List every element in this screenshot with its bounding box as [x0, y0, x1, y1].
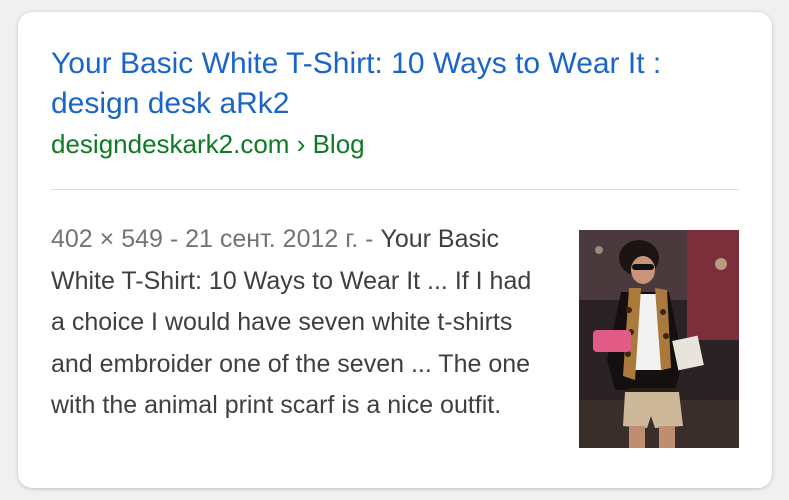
thumb-scarf-spot [660, 309, 666, 315]
result-snippet: 402 × 549 - 21 сент. 2012 г. - Your Basi… [51, 219, 551, 427]
thumb-bg-light [595, 246, 603, 254]
thumb-bg-rack [687, 230, 739, 340]
result-url[interactable]: designdeskark2.com › Blog [51, 128, 365, 160]
thumb-sunglasses [632, 264, 654, 270]
result-title-link[interactable]: Your Basic White T-Shirt: 10 Ways to Wea… [51, 44, 751, 124]
image-meta: 402 × 549 - 21 сент. 2012 г. - [51, 225, 381, 253]
result-path: Blog [312, 129, 365, 159]
thumb-pink-bag [593, 330, 631, 352]
result-site: designdeskark2.com [51, 129, 290, 159]
thumb-leg [629, 426, 645, 448]
search-result-card: Your Basic White T-Shirt: 10 Ways to Wea… [18, 12, 772, 488]
snippet-text: Your Basic White T-Shirt: 10 Ways to Wea… [51, 225, 532, 419]
thumb-scarf-spot [663, 333, 669, 339]
divider [51, 189, 739, 190]
breadcrumb-separator: › [289, 129, 313, 159]
thumb-scarf-spot [626, 307, 632, 313]
thumb-bg-light [715, 258, 727, 270]
thumb-leg [659, 426, 675, 448]
result-thumbnail-image[interactable] [579, 230, 739, 448]
